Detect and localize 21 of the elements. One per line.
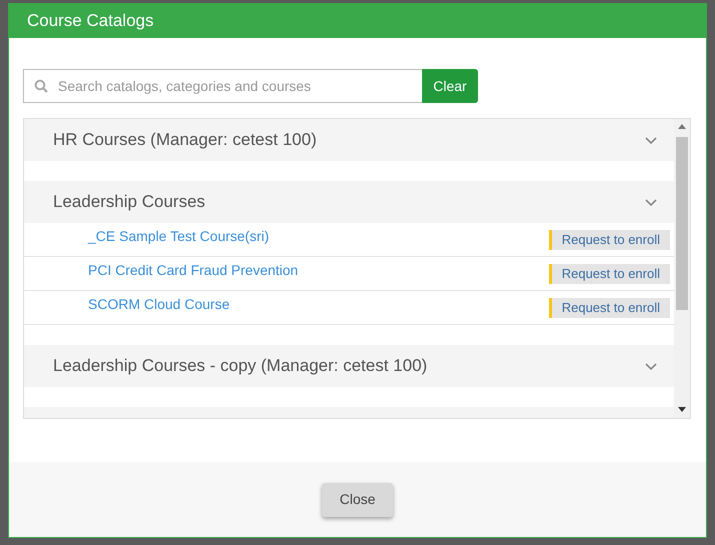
chevron-icon: [644, 361, 658, 371]
catalog-title: Leadership Courses - copy (Manager: cetest 100): [53, 355, 428, 378]
catalog-title: HR Courses (Manager: cetest 100): [53, 129, 317, 152]
scrollbar[interactable]: [674, 119, 690, 418]
request-enroll-button[interactable]: Request to enroll: [548, 264, 670, 284]
dialog-title: Course Catalogs: [27, 10, 154, 32]
close-button[interactable]: Close: [322, 482, 394, 516]
request-enroll-button[interactable]: Request to enroll: [548, 230, 670, 250]
course-link[interactable]: _CE Sample Test Course(sri): [88, 226, 270, 247]
course-link[interactable]: PCI Credit Card Fraud Prevention: [88, 260, 298, 281]
catalog-header[interactable]: Leadership Courses - copy (Manager: cetest 100): [24, 345, 674, 387]
chevron-icon: [644, 197, 658, 207]
catalog-title: Leadership Courses: [53, 191, 206, 214]
request-enroll-button[interactable]: Request to enroll: [548, 298, 670, 318]
clear-button[interactable]: Clear: [422, 69, 478, 103]
course-link[interactable]: SCORM Cloud Course: [88, 294, 230, 315]
catalog-header[interactable]: Leadership Courses: [24, 181, 674, 223]
chevron-icon: [644, 135, 658, 145]
catalog-header[interactable]: HR Courses (Manager: cetest 100): [24, 119, 674, 161]
search-field[interactable]: Search catalogs, categories and courses: [23, 69, 422, 103]
search-icon: [34, 79, 48, 93]
